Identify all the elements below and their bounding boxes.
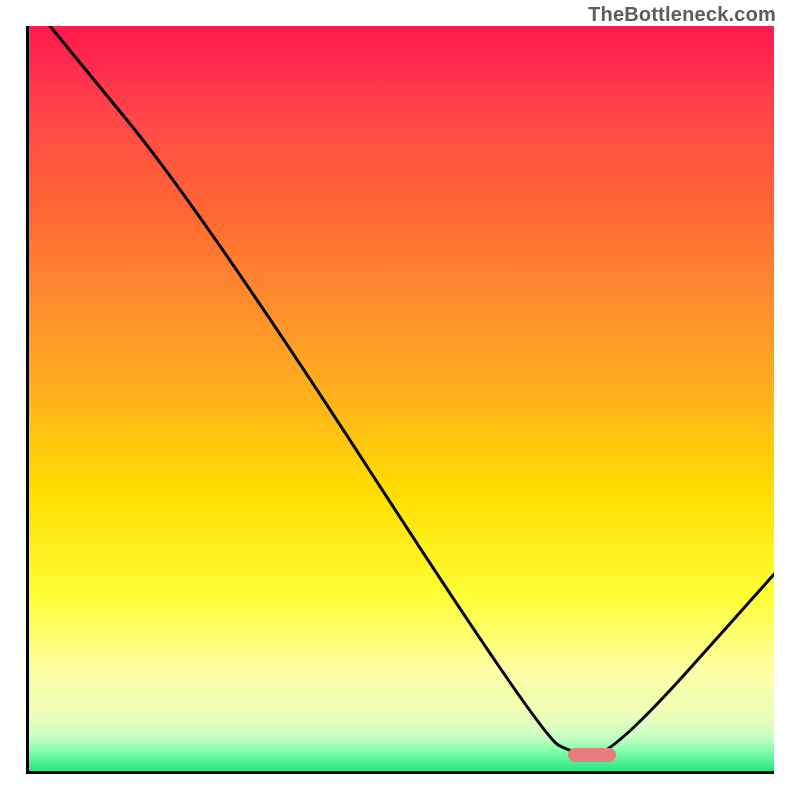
watermark-text: TheBottleneck.com [588,4,776,27]
chart-plot-area [26,26,774,774]
chart-background-gradient [26,26,774,774]
